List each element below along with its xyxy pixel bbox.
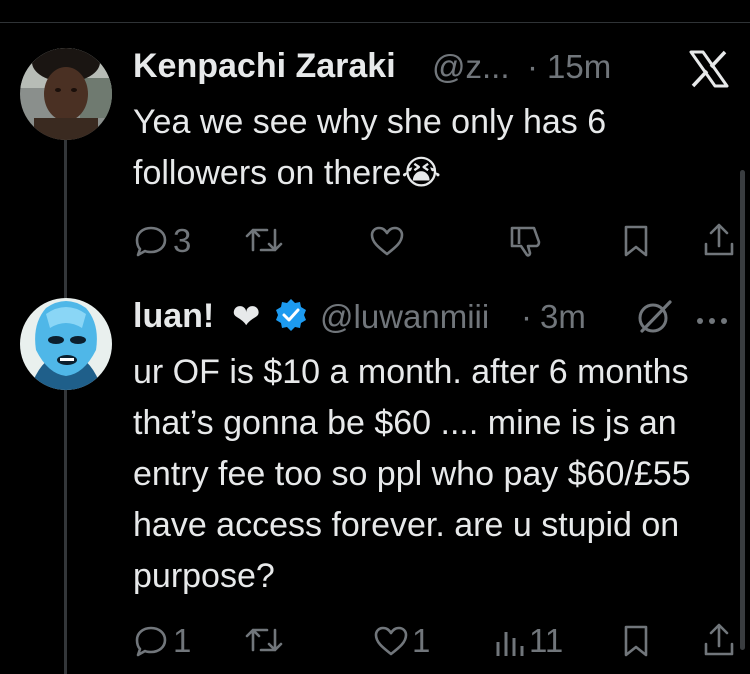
like-button[interactable]: 1 <box>374 622 430 660</box>
tweet-text: Yea we see why she only has 6 followers … <box>133 97 713 199</box>
grok-icon[interactable] <box>636 299 674 340</box>
reply-count: 3 <box>173 222 192 259</box>
display-name[interactable]: Kenpachi Zaraki <box>133 47 396 86</box>
scrollbar[interactable] <box>740 170 745 650</box>
heart-outline-icon <box>374 626 408 656</box>
heart-outline-icon <box>370 226 404 256</box>
views-chart-icon <box>496 632 524 656</box>
bookmark-button[interactable] <box>622 624 650 658</box>
like-count: 1 <box>412 622 431 659</box>
share-button[interactable] <box>702 622 736 658</box>
dislike-button[interactable] <box>508 222 544 258</box>
user-handle[interactable]: @luwanmiii <box>320 298 489 336</box>
display-name[interactable]: luan! <box>133 297 214 336</box>
verified-badge-icon <box>274 298 308 337</box>
x-logo-icon[interactable] <box>689 50 729 93</box>
separator-dot: · <box>521 298 532 335</box>
timestamp[interactable]: 15m <box>547 48 611 86</box>
share-icon <box>704 223 734 256</box>
top-divider <box>0 22 750 23</box>
retweet-button[interactable] <box>244 224 284 256</box>
share-icon <box>704 623 734 656</box>
more-icon[interactable] <box>696 312 728 330</box>
retweet-icon <box>245 628 283 652</box>
avatar[interactable] <box>20 298 112 390</box>
reply-icon <box>135 626 167 657</box>
views-button[interactable]: 11 <box>495 622 563 660</box>
retweet-icon <box>245 228 283 252</box>
views-count: 11 <box>529 622 564 659</box>
reply-icon <box>135 226 167 257</box>
retweet-button[interactable] <box>244 624 284 656</box>
tweet-text-content: Yea we see why she only has 6 followers … <box>133 103 607 192</box>
share-button[interactable] <box>702 222 736 258</box>
reply-button[interactable]: 3 <box>133 222 191 260</box>
tweet-text: ur OF is $10 a month. after 6 months tha… <box>133 353 691 595</box>
avatar[interactable] <box>20 48 112 140</box>
user-handle[interactable]: @z... <box>432 48 510 86</box>
bookmark-icon <box>624 625 648 657</box>
thread-line-bottom <box>64 390 67 674</box>
thread-line-top <box>64 140 67 300</box>
bookmark-icon <box>624 225 648 257</box>
thumbs-down-icon <box>510 226 541 257</box>
reply-count: 1 <box>173 622 192 659</box>
reply-button[interactable]: 1 <box>133 622 191 660</box>
like-button[interactable] <box>370 225 404 257</box>
separator-dot: · <box>527 48 538 85</box>
bookmark-button[interactable] <box>622 224 650 258</box>
heart-emoji: ❤ <box>232 298 261 336</box>
timestamp[interactable]: 3m <box>540 298 586 336</box>
loudly-crying-emoji: 😭 <box>401 154 442 192</box>
